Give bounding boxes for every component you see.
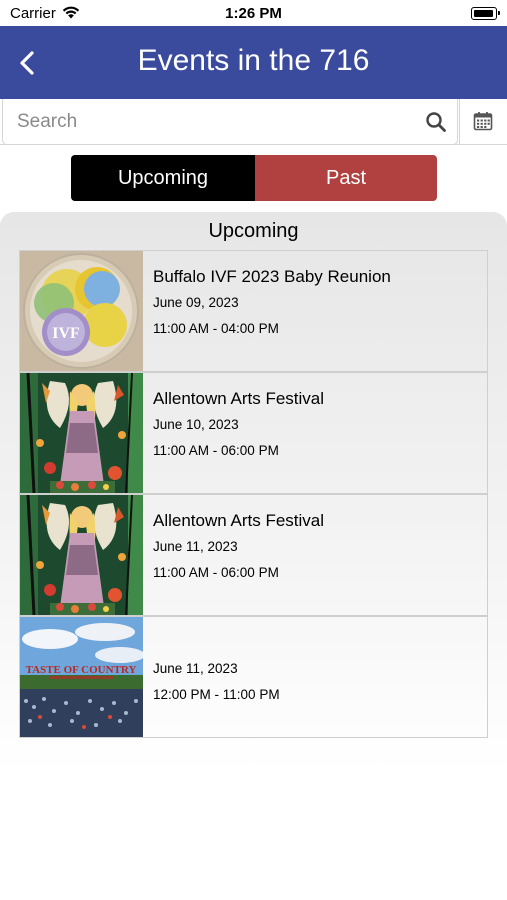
calendar-icon	[473, 112, 493, 131]
event-title: Allentown Arts Festival	[153, 389, 325, 408]
event-image	[20, 373, 143, 493]
event-card[interactable]: TASTE OF COUNTRY June 11, 2023 12:00 PM …	[19, 616, 488, 738]
event-card[interactable]: Allentown Arts Festival June 10, 2023 11…	[19, 372, 488, 494]
event-time: 11:00 AM - 06:00 PM	[153, 443, 279, 458]
events-list: Upcoming IVF Buffalo IVF 2023 Baby Reuni…	[0, 212, 507, 900]
taste-of-country-text: TASTE OF COUNTRY	[26, 664, 137, 676]
nav-bar: Events in the 716	[0, 26, 507, 99]
search-box	[2, 99, 458, 145]
tab-past[interactable]: Past	[255, 155, 437, 201]
event-time: 11:00 AM - 04:00 PM	[153, 321, 279, 336]
fairy-artwork-image	[20, 373, 143, 493]
event-image	[20, 495, 143, 615]
fairy-artwork-image	[20, 495, 143, 615]
calendar-button[interactable]	[459, 99, 507, 145]
tab-upcoming[interactable]: Upcoming	[71, 155, 255, 201]
event-title: Allentown Arts Festival	[153, 511, 325, 530]
event-time: 12:00 PM - 11:00 PM	[153, 687, 280, 702]
event-date: June 11, 2023	[153, 661, 238, 676]
event-card[interactable]: Allentown Arts Festival June 11, 2023 11…	[19, 494, 488, 616]
event-image: IVF	[20, 251, 143, 371]
search-icon[interactable]	[425, 111, 447, 133]
tab-upcoming-label: Upcoming	[117, 166, 209, 189]
event-time: 11:00 AM - 06:00 PM	[153, 565, 279, 580]
ivf-logo-text: IVF	[52, 325, 80, 342]
event-card[interactable]: IVF Buffalo IVF 2023 Baby Reunion June 0…	[19, 250, 488, 372]
taste-of-country-image: TASTE OF COUNTRY	[20, 617, 143, 737]
ivf-logo-image: IVF	[20, 251, 143, 371]
section-header: Upcoming	[208, 220, 299, 242]
battery-icon	[471, 7, 500, 20]
search-bar	[0, 99, 507, 145]
event-image: TASTE OF COUNTRY	[20, 617, 143, 737]
event-title: Buffalo IVF 2023 Baby Reunion	[153, 267, 391, 286]
events-segmented-control: Upcoming Past	[71, 155, 437, 201]
search-input[interactable]	[17, 108, 407, 136]
event-date: June 11, 2023	[153, 539, 238, 554]
event-date: June 10, 2023	[153, 417, 239, 432]
page-title: Events in the 716	[137, 44, 370, 77]
event-date: June 09, 2023	[153, 295, 239, 310]
status-bar: Carrier 1:26 PM	[0, 0, 507, 26]
tab-past-label: Past	[325, 166, 367, 189]
status-time: 1:26 PM	[225, 5, 282, 22]
